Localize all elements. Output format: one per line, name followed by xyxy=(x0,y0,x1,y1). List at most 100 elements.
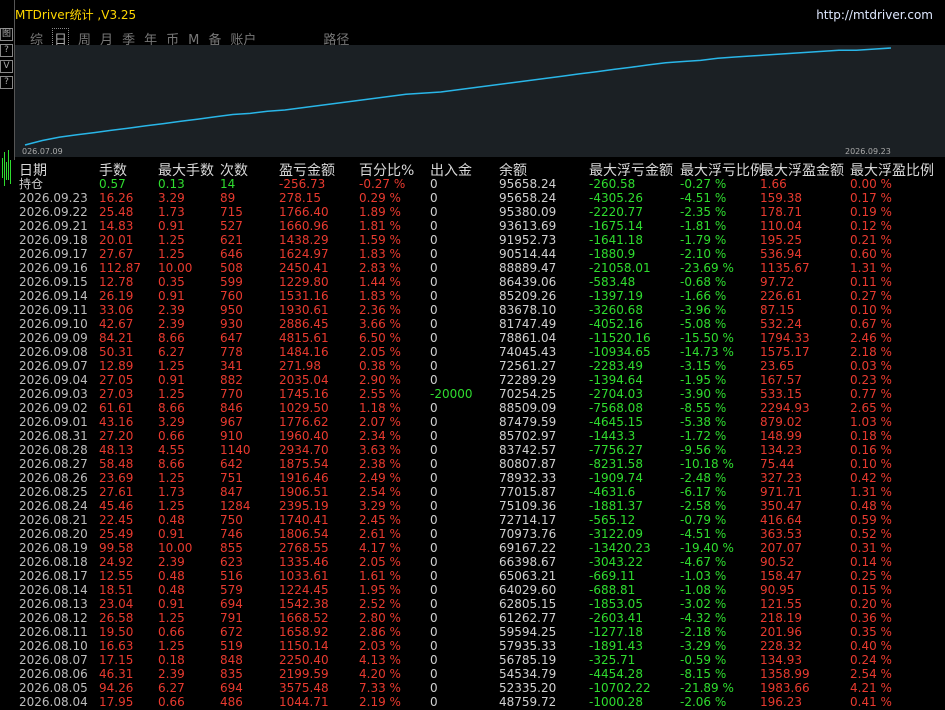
cell-次数: 642 xyxy=(220,457,243,471)
cell-最大浮亏金额: -4454.28 xyxy=(589,667,643,681)
table-row[interactable]: 2026.08.11 19.50 0.66 672 1658.92 2.86 % 0 5959… xyxy=(15,625,945,639)
table-row[interactable]: 2026.08.13 23.04 0.91 694 1542.38 2.52 % 0 6280… xyxy=(15,597,945,611)
cell-余额: 90514.44 xyxy=(499,247,557,261)
cell-日期: 2026.08.20 xyxy=(19,527,88,541)
table-row[interactable]: 2026.09.10 42.67 2.39 930 2886.45 3.66 % 0 8174… xyxy=(15,317,945,331)
cell-手数: 27.67 xyxy=(99,247,134,261)
cell-最大浮盈比例: 0.59 % xyxy=(850,513,892,527)
table-row[interactable]: 2026.08.07 17.15 0.18 848 2250.40 4.13 % 0 5678… xyxy=(15,653,945,667)
table-row[interactable]: 2026.08.27 58.48 8.66 642 1875.54 2.38 % 0 8080… xyxy=(15,457,945,471)
table-row[interactable]: 2026.09.22 25.48 1.73 715 1766.40 1.89 % 0 9538… xyxy=(15,205,945,219)
table-row[interactable]: 2026.08.04 17.95 0.66 486 1044.71 2.19 % 0 4875… xyxy=(15,695,945,709)
cell-最大浮亏金额: -1853.05 xyxy=(589,597,643,611)
cell-最大浮亏金额: -2220.77 xyxy=(589,205,643,219)
table-row[interactable]: 2026.08.20 25.49 0.91 746 1806.54 2.61 % 0 7097… xyxy=(15,527,945,541)
table-row[interactable]: 2026.09.03 27.03 1.25 770 1745.16 2.55 % -2000… xyxy=(15,387,945,401)
cell-出入金: 0 xyxy=(430,401,438,415)
table-row[interactable]: 2026.08.05 94.26 6.27 694 3575.48 7.33 % 0 5233… xyxy=(15,681,945,695)
cell-最大浮亏比例: -10.18 % xyxy=(680,457,734,471)
cell-日期: 2026.08.24 xyxy=(19,499,88,513)
cell-最大浮盈金额: 159.38 xyxy=(760,191,802,205)
left-button-2[interactable]: ? xyxy=(0,44,13,57)
cell-最大手数: 0.91 xyxy=(158,373,185,387)
table-row[interactable]: 2026.09.16 112.87 10.00 508 2450.41 2.83 % 0 88… xyxy=(15,261,945,275)
website-url[interactable]: http://mtdriver.com xyxy=(816,8,933,22)
table-row[interactable]: 2026.09.14 26.19 0.91 760 1531.16 1.83 % 0 8520… xyxy=(15,289,945,303)
cell-最大浮盈金额: 416.64 xyxy=(760,513,802,527)
cell-最大浮亏比例: -2.48 % xyxy=(680,471,727,485)
cell-最大浮亏比例: -0.27 % xyxy=(680,177,727,191)
table-row[interactable]: 2026.08.21 22.45 0.48 750 1740.41 2.45 % 0 7271… xyxy=(15,513,945,527)
cell-最大浮亏金额: -1277.18 xyxy=(589,625,643,639)
cell-手数: 0.57 xyxy=(99,177,126,191)
cell-日期: 2026.08.06 xyxy=(19,667,88,681)
holding-row[interactable]: 持仓 0.57 0.13 14 -256.73 -0.27 % 0 95658.24 -260.… xyxy=(15,177,945,191)
cell-余额: 72289.29 xyxy=(499,373,557,387)
left-button-4[interactable]: ? xyxy=(0,76,13,89)
table-row[interactable]: 2026.08.06 46.31 2.39 835 2199.59 4.20 % 0 5453… xyxy=(15,667,945,681)
cell-盈亏金额: 1740.41 xyxy=(279,513,329,527)
equity-graph xyxy=(15,45,945,157)
cell-最大手数: 6.27 xyxy=(158,345,185,359)
table-row[interactable]: 2026.09.08 50.31 6.27 778 1484.16 2.05 % 0 7404… xyxy=(15,345,945,359)
table-row[interactable]: 2026.08.28 48.13 4.55 1140 2934.70 3.63 % 0 837… xyxy=(15,443,945,457)
table-row[interactable]: 2026.08.10 16.63 1.25 519 1150.14 2.03 % 0 5793… xyxy=(15,639,945,653)
cell-日期: 2026.08.17 xyxy=(19,569,88,583)
table-row[interactable]: 2026.08.24 45.46 1.25 1284 2395.19 3.29 % 0 751… xyxy=(15,499,945,513)
table-row[interactable]: 2026.08.12 26.58 1.25 791 1668.52 2.80 % 0 6126… xyxy=(15,611,945,625)
table-row[interactable]: 2026.09.21 14.83 0.91 527 1660.96 1.81 % 0 9361… xyxy=(15,219,945,233)
table-row[interactable]: 2026.09.23 16.26 3.29 89 278.15 0.29 % 0 95658.… xyxy=(15,191,945,205)
cell-盈亏金额: 2035.04 xyxy=(279,373,329,387)
table-row[interactable]: 2026.08.14 18.51 0.48 579 1224.45 1.95 % 0 6402… xyxy=(15,583,945,597)
cell-日期: 2026.09.04 xyxy=(19,373,88,387)
cell-日期: 2026.09.03 xyxy=(19,387,88,401)
table-row[interactable]: 2026.09.17 27.67 1.25 646 1624.97 1.83 % 0 9051… xyxy=(15,247,945,261)
cell-最大浮盈比例: 1.31 % xyxy=(850,261,892,275)
cell-最大浮亏金额: -3122.09 xyxy=(589,527,643,541)
cell-次数: 516 xyxy=(220,569,243,583)
cell-盈亏金额: 1484.16 xyxy=(279,345,329,359)
cell-百分比%: 2.61 % xyxy=(359,527,401,541)
table-row[interactable]: 2026.08.18 24.92 2.39 623 1335.46 2.05 % 0 6639… xyxy=(15,555,945,569)
left-button-1[interactable]: 图 xyxy=(0,28,13,41)
table-row[interactable]: 2026.09.18 20.01 1.25 621 1438.29 1.59 % 0 9195… xyxy=(15,233,945,247)
table-row[interactable]: 2026.08.26 23.69 1.25 751 1916.46 2.49 % 0 7893… xyxy=(15,471,945,485)
cell-出入金: 0 xyxy=(430,583,438,597)
cell-日期: 2026.09.14 xyxy=(19,289,88,303)
table-row[interactable]: 2026.08.19 99.58 10.00 855 2768.55 4.17 % 0 691… xyxy=(15,541,945,555)
table-row[interactable]: 2026.08.17 12.55 0.48 516 1033.61 1.61 % 0 6506… xyxy=(15,569,945,583)
cell-余额: 52335.20 xyxy=(499,681,557,695)
cell-次数: 848 xyxy=(220,653,243,667)
cell-最大浮盈金额: 134.93 xyxy=(760,653,802,667)
window-title: MTDriver统计 ,V3.25 xyxy=(15,8,137,22)
left-button-3[interactable]: V xyxy=(0,60,13,73)
cell-出入金: 0 xyxy=(430,317,438,331)
table-row[interactable]: 2026.09.09 84.21 8.66 647 4815.61 6.50 % 0 7886… xyxy=(15,331,945,345)
cell-最大手数: 3.29 xyxy=(158,415,185,429)
cell-最大浮盈比例: 2.18 % xyxy=(850,345,892,359)
table-row[interactable]: 2026.09.11 33.06 2.39 950 1930.61 2.36 % 0 8367… xyxy=(15,303,945,317)
cell-出入金: 0 xyxy=(430,205,438,219)
cell-手数: 43.16 xyxy=(99,415,134,429)
cell-出入金: 0 xyxy=(430,667,438,681)
table-row[interactable]: 2026.08.25 27.61 1.73 847 1906.51 2.54 % 0 7701… xyxy=(15,485,945,499)
table-row[interactable]: 2026.09.01 43.16 3.29 967 1776.62 2.07 % 0 8747… xyxy=(15,415,945,429)
table-row[interactable]: 2026.09.07 12.89 1.25 341 271.98 0.38 % 0 72561… xyxy=(15,359,945,373)
cell-最大浮盈金额: 158.47 xyxy=(760,569,802,583)
cell-最大手数: 1.73 xyxy=(158,485,185,499)
cell-日期: 2026.09.17 xyxy=(19,247,88,261)
left-toolbar: 图 ? V ? xyxy=(0,0,14,710)
cell-出入金: 0 xyxy=(430,695,438,709)
table-row[interactable]: 2026.08.31 27.20 0.66 910 1960.40 2.34 % 0 8570… xyxy=(15,429,945,443)
cell-最大浮盈金额: 178.71 xyxy=(760,205,802,219)
cell-余额: 83678.10 xyxy=(499,303,557,317)
cell-日期: 2026.09.18 xyxy=(19,233,88,247)
table-row[interactable]: 2026.09.04 27.05 0.91 882 2035.04 2.90 % 0 7228… xyxy=(15,373,945,387)
cell-余额: 66398.67 xyxy=(499,555,557,569)
cell-百分比%: 0.29 % xyxy=(359,191,401,205)
cell-最大浮亏金额: -10934.65 xyxy=(589,345,651,359)
cell-最大浮盈金额: 350.47 xyxy=(760,499,802,513)
cell-最大浮亏比例: -4.51 % xyxy=(680,527,727,541)
table-row[interactable]: 2026.09.15 12.78 0.35 599 1229.80 1.44 % 0 8643… xyxy=(15,275,945,289)
table-row[interactable]: 2026.09.02 61.61 8.66 846 1029.50 1.18 % 0 8850… xyxy=(15,401,945,415)
